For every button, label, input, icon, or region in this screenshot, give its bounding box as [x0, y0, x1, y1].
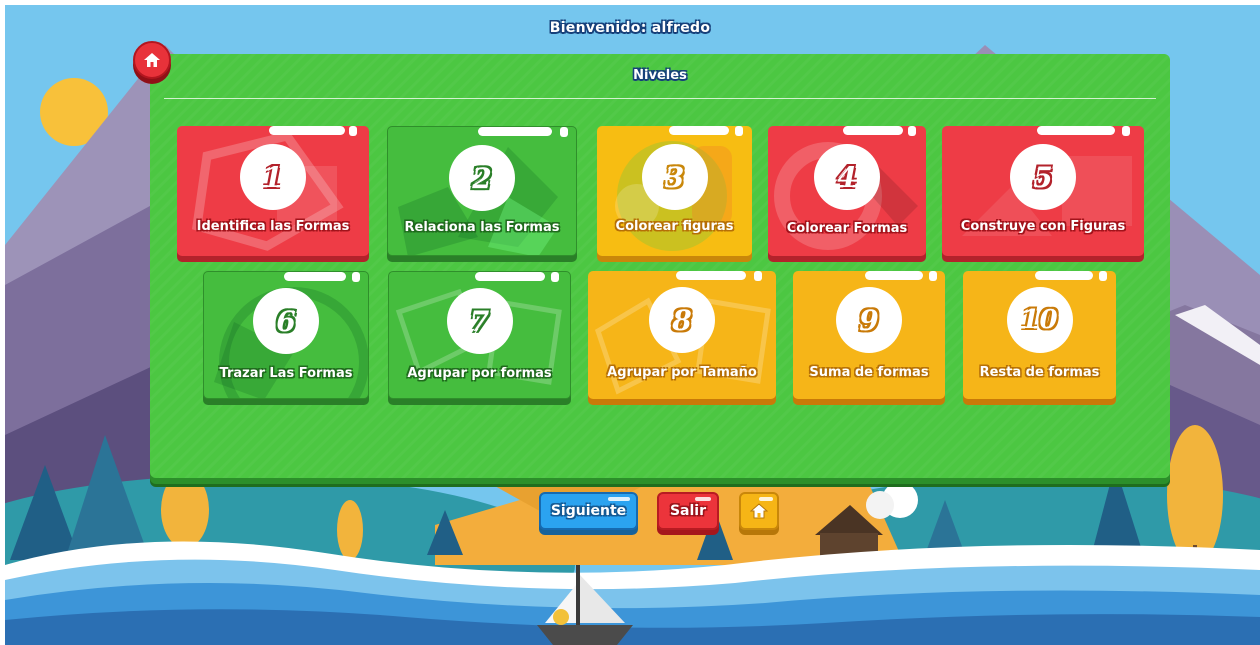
- next-button[interactable]: Siguiente: [539, 492, 638, 530]
- level-number: 8: [649, 287, 715, 353]
- level-card-6[interactable]: 6 Trazar Las Formas: [203, 271, 369, 399]
- level-label: Agrupar por formas: [407, 366, 552, 381]
- level-card-1[interactable]: 1 Identifica las Formas: [177, 126, 369, 256]
- level-number: 1: [240, 144, 306, 210]
- home-button-top[interactable]: [133, 41, 171, 79]
- level-card-9[interactable]: 9 Suma de formas: [793, 271, 945, 399]
- level-label: Resta de formas: [979, 365, 1100, 380]
- home-icon: [750, 503, 768, 519]
- level-number: 6: [253, 288, 319, 354]
- level-label: Construye con Figuras: [960, 219, 1126, 234]
- level-label: Colorear figuras: [615, 219, 734, 234]
- level-number: 10: [1006, 287, 1073, 353]
- level-card-3[interactable]: 3 Colorear figuras: [597, 126, 752, 256]
- level-card-7[interactable]: 7 Agrupar por formas: [388, 271, 571, 399]
- level-number: 7: [446, 288, 513, 354]
- level-card-10[interactable]: 10 Resta de formas: [963, 271, 1116, 399]
- panel-divider: [164, 98, 1156, 99]
- home-icon: [144, 53, 160, 67]
- level-number: 5: [1010, 144, 1076, 210]
- home-button-bottom[interactable]: [739, 492, 779, 530]
- level-label: Agrupar por Tamaño: [607, 365, 757, 380]
- level-card-2[interactable]: 2 Relaciona las Formas: [387, 126, 577, 256]
- exit-button[interactable]: Salir: [657, 492, 719, 530]
- level-card-4[interactable]: 4 Colorear Formas: [768, 126, 926, 256]
- level-card-8[interactable]: 8 Agrupar por Tamaño: [588, 271, 776, 399]
- level-number: 3: [641, 144, 708, 210]
- level-number: 9: [836, 287, 902, 353]
- level-label: Suma de formas: [809, 365, 929, 380]
- level-number: 2: [449, 145, 515, 211]
- next-button-label: Siguiente: [550, 503, 627, 519]
- level-number: 4: [814, 144, 880, 210]
- welcome-text: Bienvenido: alfredo: [549, 20, 711, 36]
- level-card-5[interactable]: 5 Construye con Figuras: [942, 126, 1144, 256]
- panel-title: Niveles: [633, 68, 687, 83]
- levels-panel: Niveles 1 Identifica las Formas 2 Relaci…: [150, 54, 1170, 478]
- level-label: Relaciona las Formas: [404, 220, 560, 235]
- level-label: Identifica las Formas: [196, 219, 350, 234]
- level-label: Colorear Formas: [786, 221, 908, 236]
- exit-button-label: Salir: [669, 503, 707, 519]
- level-label: Trazar Las Formas: [219, 366, 353, 381]
